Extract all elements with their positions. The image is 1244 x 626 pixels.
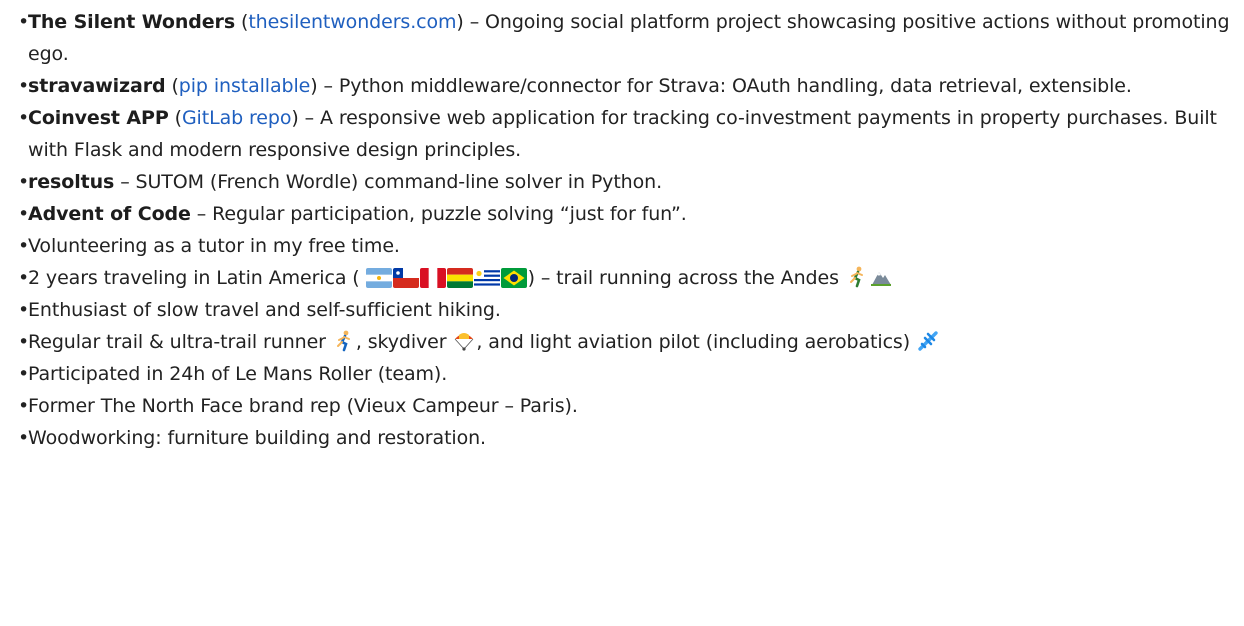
pip-installable-link[interactable]: pip installable <box>179 75 311 97</box>
list-item-stravawizard: • stravawizard (pip installable) – Pytho… <box>18 70 1233 102</box>
item-text: ) – trail running across the Andes <box>527 267 845 289</box>
paren: ) <box>456 11 464 33</box>
runner-icon <box>846 266 868 288</box>
item-text: 2 years traveling in Latin America ( <box>28 267 366 289</box>
item-text: Former The North Face brand rep (Vieux C… <box>28 395 578 417</box>
item-title: stravawizard <box>28 75 166 97</box>
bullet: • <box>18 363 30 385</box>
list-item-slow-travel: • Enthusiast of slow travel and self-suf… <box>18 294 1233 326</box>
bullet: • <box>18 299 30 321</box>
list-item-coinvest: • Coinvest APP (GitLab repo) – A respons… <box>18 102 1233 166</box>
silent-wonders-link[interactable]: thesilentwonders.com <box>248 11 456 33</box>
item-title: Advent of Code <box>28 203 191 225</box>
paren: ( <box>168 107 182 129</box>
list-item-volunteering: • Volunteering as a tutor in my free tim… <box>18 230 1233 262</box>
list-item-silent-wonders: • The Silent Wonders (thesilentwonders.c… <box>18 6 1233 70</box>
bullet: • <box>18 203 30 225</box>
list-item-latin-america: • 2 years traveling in Latin America ( )… <box>18 262 1233 294</box>
paren: ( <box>165 75 179 97</box>
list-item-north-face: • Former The North Face brand rep (Vieux… <box>18 390 1233 422</box>
paren: ) <box>291 107 299 129</box>
bullet: • <box>18 235 30 257</box>
bullet: • <box>18 11 30 33</box>
airplane-icon <box>917 330 939 352</box>
item-text: , and light aviation pilot (including ae… <box>476 331 916 353</box>
item-title: resoltus <box>28 171 115 193</box>
bullet: • <box>18 395 30 417</box>
list-item-le-mans: • Participated in 24h of Le Mans Roller … <box>18 358 1233 390</box>
activities-list: • The Silent Wonders (thesilentwonders.c… <box>18 6 1233 454</box>
bullet: • <box>18 331 30 353</box>
list-item-resoltus: • resoltus – SUTOM (French Wordle) comma… <box>18 166 1233 198</box>
item-title: The Silent Wonders <box>28 11 236 33</box>
parachute-icon <box>453 330 475 352</box>
item-text: Regular trail & ultra-trail runner <box>28 331 332 353</box>
item-text: Volunteering as a tutor in my free time. <box>28 235 400 257</box>
bullet: • <box>18 427 30 449</box>
paren: ) <box>310 75 318 97</box>
item-text: – Python middleware/connector for Strava… <box>317 75 1132 97</box>
list-item-woodworking: • Woodworking: furniture building and re… <box>18 422 1233 454</box>
item-text: , skydiver <box>355 331 453 353</box>
chile-flag <box>392 268 419 288</box>
bullet: • <box>18 171 30 193</box>
peru-flag <box>419 268 446 288</box>
item-text: Enthusiast of slow travel and self-suffi… <box>28 299 501 321</box>
bullet: • <box>18 75 30 97</box>
item-text: Participated in 24h of Le Mans Roller (t… <box>28 363 448 385</box>
bullet: • <box>18 107 30 129</box>
mountain-icon <box>870 266 892 288</box>
bullet: • <box>18 267 30 289</box>
runner-icon <box>333 330 355 352</box>
list-item-hobbies: • Regular trail & ultra-trail runner , s… <box>18 326 1233 358</box>
item-title: Coinvest APP <box>28 107 169 129</box>
argentina-flag <box>365 268 392 288</box>
paren: ( <box>235 11 249 33</box>
bolivia-flag <box>446 268 473 288</box>
list-item-advent-of-code: • Advent of Code – Regular participation… <box>18 198 1233 230</box>
item-text: Woodworking: furniture building and rest… <box>28 427 487 449</box>
item-text: – SUTOM (French Wordle) command-line sol… <box>114 171 663 193</box>
gitlab-repo-link[interactable]: GitLab repo <box>182 107 292 129</box>
uruguay-flag <box>473 268 500 288</box>
brazil-flag <box>500 268 527 288</box>
item-text: – Regular participation, puzzle solving … <box>190 203 687 225</box>
